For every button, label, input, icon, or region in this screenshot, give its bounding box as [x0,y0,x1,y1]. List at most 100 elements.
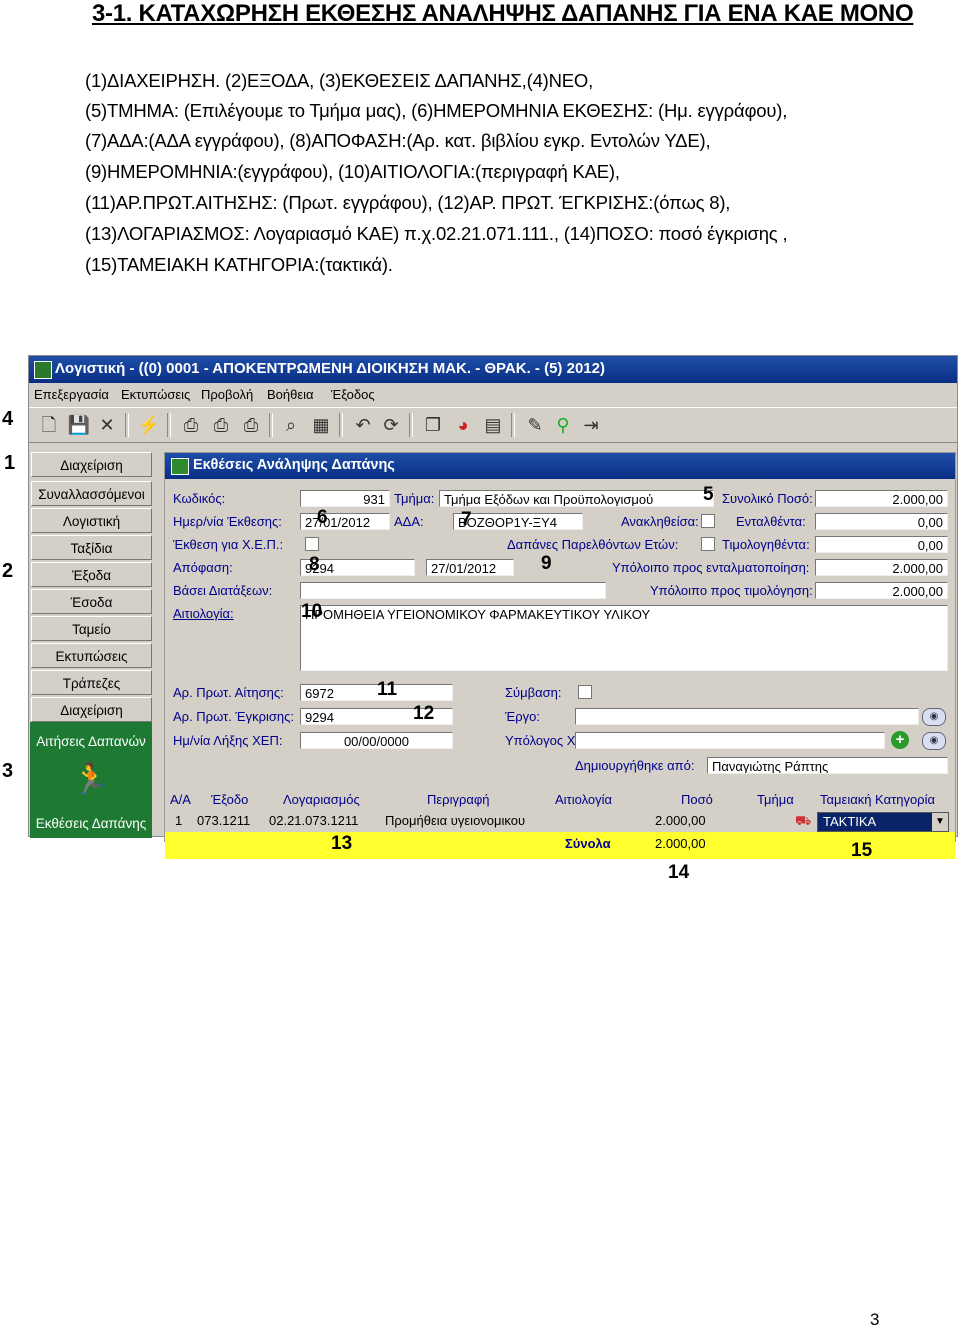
eye-icon[interactable]: ◉ [922,732,946,750]
xep-checkbox[interactable] [305,537,319,551]
total-amount-field[interactable]: 2.000,00 [815,490,948,507]
cash-category-select[interactable]: ΤΑΚΤΙΚΑ ▼ [817,812,949,832]
contract-checkbox[interactable] [578,685,592,699]
lightning-icon[interactable]: ⚡ [137,413,161,437]
label-xep: Έκθεση για Χ.Ε.Π.: [173,537,284,552]
expense-report-form: Εκθέσεις Ανάληψης Δαπάνης Κωδικός: 931 Τ… [164,452,956,861]
app-icon [34,361,52,379]
col-aa: Α/Α [170,792,191,807]
label-provisions: Βάσει Διατάξεων: [173,583,273,598]
decision-date-field[interactable]: 27/01/2012 [426,559,514,576]
eye-icon[interactable]: ◉ [922,708,946,726]
justification-field[interactable]: ΠΡΟΜΗΘΕΙΑ ΥΓΕΙΟΝΟΜΙΚΟΥ ΦΑΡΜΑΚΕΥΤΙΚΟΥ ΥΛΙ… [300,605,948,671]
callout-3: 3 [2,760,14,782]
label-xep-expiry: Ημ/νία Λήξης ΧΕΠ: [173,733,283,748]
nav-income[interactable]: Έσοδα [31,589,152,614]
nav-expense-panel: Αιτήσεις Δαπανών 🏃 Εκθέσεις Δαπάνης [30,722,152,838]
delete-icon[interactable]: ✕ [95,413,119,437]
col-account: Λογαριασμός [283,792,360,807]
binoculars-icon[interactable]: ⚲ [551,413,575,437]
remaining-warrant-field[interactable]: 2.000,00 [815,559,948,576]
row-icon[interactable]: ⛟ [795,811,811,831]
callout-13: 13 [331,833,353,854]
totals-row: Σύνολα 2.000,00 [165,832,955,859]
refresh-icon[interactable]: ⟳ [379,413,403,437]
label-remaining-invoice: Υπόλοιπο προς τιμολόγηση: [650,583,813,598]
page-number: 3 [870,1310,880,1329]
table-icon[interactable]: ▦ [309,413,333,437]
provisions-field[interactable] [300,582,606,599]
menu-help[interactable]: Βοήθεια [267,387,314,402]
invoiced-field[interactable]: 0,00 [815,536,948,553]
label-ada: ΑΔΑ: [394,514,424,529]
label-request-no: Αρ. Πρωτ. Αίτησης: [173,685,284,700]
chart-icon[interactable]: ◕ [451,413,475,437]
remaining-invoice-field[interactable]: 2.000,00 [815,582,948,599]
col-cash-category: Ταμειακή Κατηγορία [820,792,935,807]
label-contract: Σύμβαση: [505,685,562,700]
totals-label: Σύνολα [565,836,611,851]
cell-amount: 2.000,00 [655,813,706,828]
add-icon[interactable]: + [891,731,909,749]
warranted-field[interactable]: 0,00 [815,513,948,530]
cell-description: Προμήθεια υγειονομικου [385,813,526,828]
nav-travel[interactable]: Ταξίδια [31,535,152,560]
menu-exit[interactable]: Έξοδος [331,387,375,402]
chevron-down-icon[interactable]: ▼ [932,813,948,831]
department-field[interactable]: Τμήμα Εξόδων και Προϋπολογισμού [439,490,714,507]
nav-management-2[interactable]: Διαχείριση [31,697,152,722]
report-date-field[interactable]: 27/01/2012 [300,513,390,530]
exit-icon[interactable]: ⇥ [579,413,603,437]
label-invoiced: Τιμολογηθέντα: [722,537,810,552]
label-remaining-warrant: Υπόλοιπο προς ενταλματοποίηση: [612,560,810,575]
nav-prints[interactable]: Εκτυπώσεις [31,643,152,668]
label-past-years: Δαπάνες Παρελθόντων Ετών: [507,537,679,552]
instruction-line: (13)ΛΟΓΑΡΙΑΣΜΟΣ: Λογαριασμό ΚΑΕ) π.χ.02.… [85,223,788,244]
nav-management[interactable]: Διαχείριση [31,452,152,477]
print-icon[interactable]: ⎙ [179,413,203,437]
col-justification: Αιτιολογία [555,792,613,807]
label-decision: Απόφαση: [173,560,233,575]
revoked-checkbox[interactable] [701,514,715,528]
menu-view[interactable]: Προβολή [201,387,253,402]
find-icon[interactable]: ⌕ [279,413,303,437]
title-bar: Λογιστική - ((0) 0001 - ΑΠΟΚΕΝΤΡΩΜΕΝΗ ΔΙ… [29,356,957,383]
code-field[interactable]: 931 [300,490,390,507]
ada-field[interactable]: ΒΟΖΘΟΡ1Υ-ΞΥ4 [453,513,583,530]
nav-expense-requests[interactable]: Αιτήσεις Δαπανών [30,734,152,749]
nav-expenses[interactable]: Έξοδα [31,562,152,587]
page-title: 3-1. ΚΑΤΑΧΩΡΗΣΗ ΕΚΘΕΣΗΣ ΑΝΑΛΗΨΗΣ ΔΑΠΑΝΗΣ… [92,0,914,27]
copy-icon[interactable]: ❐ [421,413,445,437]
instruction-line: (7)ΑΔΑ:(ΑΔΑ εγγράφου), (8)ΑΠΟΦΑΣΗ:(Αρ. κ… [85,130,711,151]
callout-9: 9 [541,553,552,574]
menu-print[interactable]: Εκτυπώσεις [121,387,190,402]
print-setup-icon[interactable]: ⎙ [239,413,263,437]
callout-14: 14 [668,862,690,883]
nav-accounting[interactable]: Λογιστική [31,508,152,533]
instruction-line: (1)ΔΙΑΧΕΙΡΗΣΗ. (2)ΕΞΟΔΑ, (3)ΕΚΘΕΣΕΙΣ ΔΑΠ… [85,70,594,91]
new-icon[interactable]: 🗋 [37,413,61,437]
report-icon[interactable]: ✎ [523,413,547,437]
past-years-checkbox[interactable] [701,537,715,551]
instruction-line: (11)ΑΡ.ΠΡΩΤ.ΑΙΤΗΣΗΣ: (Πρωτ. εγγράφου), (… [85,192,731,213]
nav-cash[interactable]: Ταμείο [31,616,152,641]
label-warranted: Ενταλθέντα: [736,514,806,529]
nav-expense-reports[interactable]: Εκθέσεις Δαπάνης [30,816,152,831]
callout-6: 6 [317,507,328,528]
callout-15: 15 [851,840,873,861]
label-total-amount: Συνολικό Ποσό: [722,491,813,506]
menu-edit[interactable]: Επεξεργασία [34,387,109,402]
running-person-icon[interactable]: 🏃 [72,762,109,797]
nav-contacts[interactable]: Συναλλασσόμενοι [31,481,152,506]
project-field[interactable] [575,708,919,725]
undo-icon[interactable]: ↶ [351,413,375,437]
calculator-icon[interactable]: ▤ [481,413,505,437]
save-icon[interactable]: 💾 [67,413,91,437]
xep-accountable-field[interactable] [575,732,885,749]
created-by-field[interactable]: Παναγιώτης Ράπτης [707,757,948,774]
col-department: Τμήμα [757,792,794,807]
label-project: Έργο: [505,709,540,724]
nav-banks[interactable]: Τράπεζες [31,670,152,695]
xep-expiry-field[interactable]: 00/00/0000 [300,732,453,749]
print-preview-icon[interactable]: ⎙ [209,413,233,437]
